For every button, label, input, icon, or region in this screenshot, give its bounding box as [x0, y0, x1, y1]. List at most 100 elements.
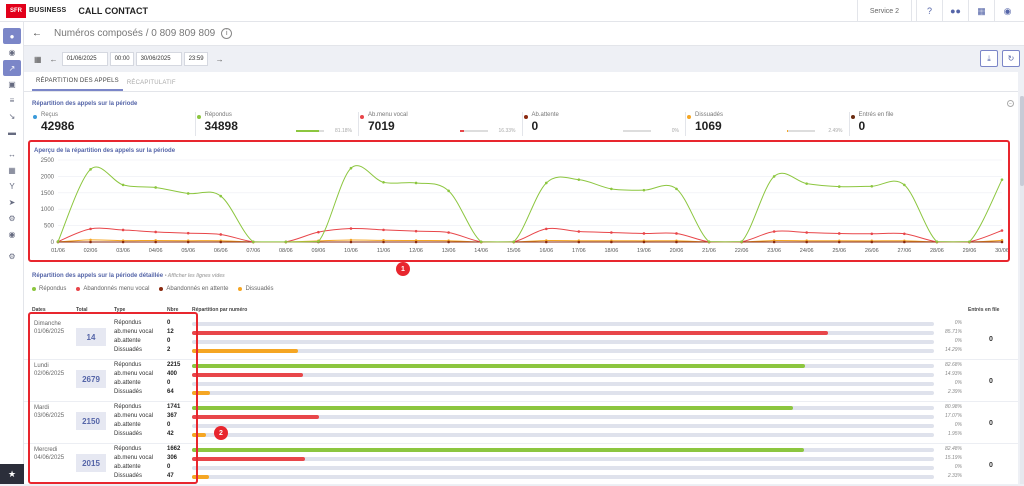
data-point[interactable]: [577, 178, 581, 181]
data-point[interactable]: [479, 240, 483, 244]
data-point[interactable]: [89, 227, 92, 231]
swap-icon[interactable]: ↔: [0, 146, 24, 162]
data-point[interactable]: [544, 181, 548, 185]
data-point[interactable]: [414, 181, 418, 185]
data-point[interactable]: [903, 240, 906, 244]
download-button[interactable]: ⤓: [980, 50, 998, 67]
data-point[interactable]: [349, 227, 353, 230]
data-point[interactable]: [252, 240, 255, 244]
legend-item[interactable]: Abandonnés en attente: [159, 286, 228, 292]
back-arrow-icon[interactable]: ←: [32, 28, 42, 39]
data-point[interactable]: [544, 240, 548, 244]
tab-repartition[interactable]: RÉPARTITION DES APPELS: [32, 78, 123, 91]
data-point[interactable]: [610, 240, 613, 244]
data-point[interactable]: [317, 240, 320, 243]
forward-icon[interactable]: ➤: [0, 194, 24, 210]
save-icon[interactable]: ▣: [0, 76, 24, 92]
help-icon[interactable]: ?: [916, 0, 942, 22]
scrollbar-thumb[interactable]: [1020, 96, 1024, 186]
data-point[interactable]: [707, 240, 711, 243]
data-point[interactable]: [414, 240, 418, 244]
legend-item[interactable]: Dissuadés: [238, 286, 273, 292]
end-date-field[interactable]: 30/06/2025: [135, 52, 182, 66]
refresh-button[interactable]: ↻: [1002, 50, 1020, 67]
call-split-icon[interactable]: ↘: [0, 108, 24, 124]
data-point[interactable]: [447, 240, 450, 244]
data-point[interactable]: [772, 175, 776, 178]
data-point[interactable]: [186, 192, 190, 195]
info-icon[interactable]: i: [221, 28, 233, 39]
data-point[interactable]: [219, 233, 223, 236]
data-point[interactable]: [642, 188, 646, 192]
calendar-icon[interactable]: ▦: [0, 162, 24, 178]
data-point[interactable]: [512, 240, 516, 244]
account-icon[interactable]: ◉: [994, 0, 1020, 22]
data-point[interactable]: [382, 181, 385, 184]
data-point[interactable]: [89, 168, 92, 171]
eye-icon[interactable]: ◉: [0, 44, 24, 60]
show-empty-rows-link[interactable]: • Afficher les lignes vides: [165, 273, 225, 279]
data-point[interactable]: [837, 232, 841, 235]
team-icon[interactable]: ●●: [942, 0, 968, 22]
data-point[interactable]: [870, 232, 874, 236]
data-point[interactable]: [219, 240, 223, 244]
data-point[interactable]: [89, 240, 92, 244]
data-point[interactable]: [642, 240, 646, 244]
data-point[interactable]: [642, 232, 646, 235]
data-point[interactable]: [805, 182, 808, 185]
data-point[interactable]: [382, 240, 385, 244]
data-point[interactable]: [317, 230, 320, 234]
data-point[interactable]: [577, 240, 581, 244]
end-time-field[interactable]: 23:59: [183, 52, 208, 66]
data-point[interactable]: [1000, 229, 1004, 232]
routing-icon[interactable]: Y: [0, 178, 24, 194]
data-point[interactable]: [447, 231, 450, 234]
start-time-field[interactable]: 00:00: [109, 52, 134, 66]
users-settings-icon[interactable]: ⚙: [0, 210, 24, 226]
data-point[interactable]: [154, 240, 157, 244]
scrollbar[interactable]: [1020, 96, 1024, 484]
calendar-icon[interactable]: ▦: [34, 55, 42, 64]
data-point[interactable]: [349, 240, 353, 244]
data-point[interactable]: [675, 232, 678, 235]
data-point[interactable]: [805, 240, 808, 244]
legend-item[interactable]: Abandonnés menu vocal: [76, 286, 149, 292]
data-point[interactable]: [284, 240, 288, 244]
data-point[interactable]: [675, 240, 678, 244]
data-point[interactable]: [154, 186, 157, 189]
previous-period-icon[interactable]: ←: [50, 55, 58, 64]
data-point[interactable]: [447, 189, 450, 193]
star-icon[interactable]: ★: [0, 464, 24, 484]
data-point[interactable]: [382, 228, 385, 232]
data-point[interactable]: [414, 229, 418, 233]
data-point[interactable]: [675, 187, 678, 191]
data-point[interactable]: [903, 183, 906, 187]
gear-icon[interactable]: ⚙: [0, 248, 24, 264]
data-point[interactable]: [610, 187, 613, 191]
tab-recapitulatif[interactable]: RÉCAPITULATIF: [123, 80, 180, 91]
data-point[interactable]: [837, 240, 841, 244]
data-point[interactable]: [1000, 240, 1004, 244]
data-point[interactable]: [121, 183, 125, 187]
data-point[interactable]: [968, 240, 971, 243]
data-point[interactable]: [186, 240, 190, 244]
data-point[interactable]: [544, 227, 548, 231]
data-point[interactable]: [56, 240, 60, 243]
data-point[interactable]: [837, 185, 841, 188]
legend-item[interactable]: Répondus: [32, 286, 66, 292]
headphones-icon[interactable]: ◉: [0, 226, 24, 242]
apps-grid-icon[interactable]: ▦: [968, 0, 994, 22]
data-point[interactable]: [577, 230, 581, 233]
folder-icon[interactable]: ▬: [0, 124, 24, 140]
data-point[interactable]: [349, 166, 353, 170]
collapse-icon[interactable]: −: [1007, 100, 1014, 107]
data-point[interactable]: [935, 240, 939, 243]
data-point[interactable]: [870, 240, 874, 244]
headset-icon[interactable]: ●: [3, 28, 21, 44]
data-point[interactable]: [772, 230, 776, 233]
data-point[interactable]: [121, 240, 125, 244]
filter-list-icon[interactable]: ≡: [0, 92, 24, 108]
data-point[interactable]: [121, 228, 125, 232]
data-point[interactable]: [740, 240, 743, 243]
data-point[interactable]: [1000, 178, 1004, 181]
